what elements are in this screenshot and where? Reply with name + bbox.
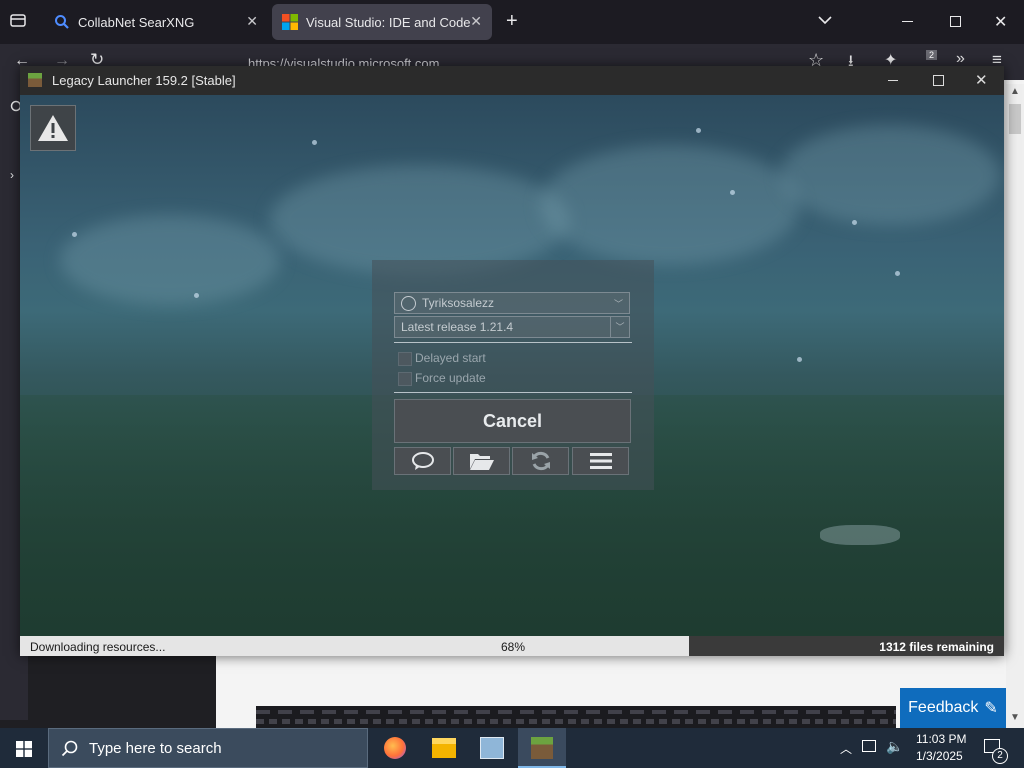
divider — [394, 392, 632, 393]
network-icon[interactable] — [862, 740, 876, 752]
account-name: Tyriksosalezz — [422, 296, 495, 310]
minimize-icon[interactable] — [888, 80, 898, 81]
chat-icon — [411, 452, 434, 470]
menu-button[interactable] — [572, 447, 629, 475]
close-icon[interactable]: ✕ — [246, 13, 258, 30]
restore-icon[interactable] — [950, 16, 961, 27]
files-remaining: 1312 files remaining — [879, 640, 994, 654]
divider — [394, 342, 632, 343]
tab-list-icon[interactable] — [10, 13, 26, 27]
folder-open-icon — [469, 454, 494, 470]
warning-icon — [38, 115, 68, 141]
version-select[interactable]: Latest release 1.21.4 ﹀ — [394, 316, 630, 338]
close-icon[interactable]: ✕ — [975, 71, 988, 89]
feedback-button[interactable]: Feedback ✎ — [900, 688, 1006, 728]
tab-label: CollabNet SearXNG — [78, 14, 195, 30]
hamburger-menu-icon — [589, 453, 612, 469]
close-icon[interactable]: ✕ — [470, 13, 482, 30]
scroll-down-icon[interactable]: ▼ — [1010, 712, 1020, 723]
chevron-down-icon: ﹀ — [613, 298, 623, 309]
account-select[interactable]: Tyriksosalezz ﹀ — [394, 292, 630, 314]
launcher-title-bar[interactable]: Legacy Launcher 159.2 [Stable] ✕ — [20, 66, 1004, 95]
search-placeholder: Type here to search — [89, 739, 222, 757]
progress-percent: 68% — [501, 640, 526, 654]
grass-block-icon — [531, 737, 553, 759]
refresh-icon — [531, 451, 550, 471]
clock-date[interactable]: 1/3/2025 — [916, 749, 963, 763]
maximize-icon[interactable] — [933, 75, 944, 86]
new-tab-icon[interactable]: + — [506, 10, 518, 33]
taskbar-search-box[interactable]: Type here to search — [48, 728, 368, 768]
visual-studio-preview — [256, 706, 896, 728]
photos-app-icon[interactable] — [480, 737, 504, 759]
feedback-label: Feedback — [908, 699, 979, 716]
show-hidden-icons-icon[interactable]: ︿ — [840, 740, 852, 757]
minimize-icon[interactable] — [902, 21, 913, 22]
clock-time[interactable]: 11:03 PM — [916, 732, 966, 746]
scroll-thumb[interactable] — [1009, 104, 1021, 134]
grass-block-icon — [28, 73, 42, 87]
extension-badge: 2 — [926, 50, 938, 60]
status-message: Downloading resources... — [30, 640, 166, 654]
windows-start-icon[interactable] — [16, 741, 32, 762]
launcher-window: Legacy Launcher 159.2 [Stable] ✕ Tyrikso… — [20, 66, 1004, 656]
chevron-right-icon[interactable]: › — [10, 168, 14, 182]
pencil-icon: ✎ — [984, 700, 998, 717]
download-progress-bar: Downloading resources... 68% 1312 files … — [20, 636, 1004, 656]
refresh-button[interactable] — [512, 447, 569, 475]
version-label: Latest release 1.21.4 — [401, 320, 514, 334]
launcher-title: Legacy Launcher 159.2 [Stable] — [52, 73, 236, 88]
launcher-taskbar-button[interactable] — [518, 728, 566, 768]
browser-tab-bar: CollabNet SearXNG ✕ Visual Studio: IDE a… — [0, 0, 1024, 44]
firefox-icon[interactable] — [384, 737, 406, 759]
tab-visual-studio[interactable]: Visual Studio: IDE and Code Edi ✕ — [272, 4, 492, 40]
tab-label: Visual Studio: IDE and Code Edi — [306, 14, 474, 30]
delayed-start-checkbox[interactable] — [398, 352, 412, 366]
launch-panel: Tyriksosalezz ﹀ Latest release 1.21.4 ﹀ … — [372, 260, 654, 490]
search-icon — [54, 14, 70, 30]
volume-muted-icon[interactable]: 🔈 — [886, 738, 903, 755]
page-scrollbar[interactable]: ▲ ▼ — [1006, 84, 1024, 728]
delayed-start-label: Delayed start — [415, 351, 486, 365]
warning-button[interactable] — [30, 105, 76, 151]
chat-button[interactable] — [394, 447, 451, 475]
force-update-checkbox[interactable] — [398, 372, 412, 386]
chevron-down-icon[interactable] — [818, 12, 832, 30]
chevron-down-icon: ﹀ — [610, 317, 629, 337]
user-icon — [401, 295, 416, 311]
search-icon — [61, 740, 78, 757]
cancel-button[interactable]: Cancel — [394, 399, 631, 443]
scroll-up-icon[interactable]: ▲ — [1010, 86, 1020, 97]
folder-button[interactable] — [453, 447, 510, 475]
notification-count: 2 — [992, 748, 1008, 764]
microsoft-logo-icon — [282, 14, 298, 30]
force-update-label: Force update — [415, 371, 486, 385]
file-explorer-icon[interactable] — [432, 738, 456, 758]
close-window-icon[interactable]: ✕ — [994, 12, 1007, 32]
tab-collabnet[interactable]: CollabNet SearXNG ✕ — [44, 4, 268, 40]
